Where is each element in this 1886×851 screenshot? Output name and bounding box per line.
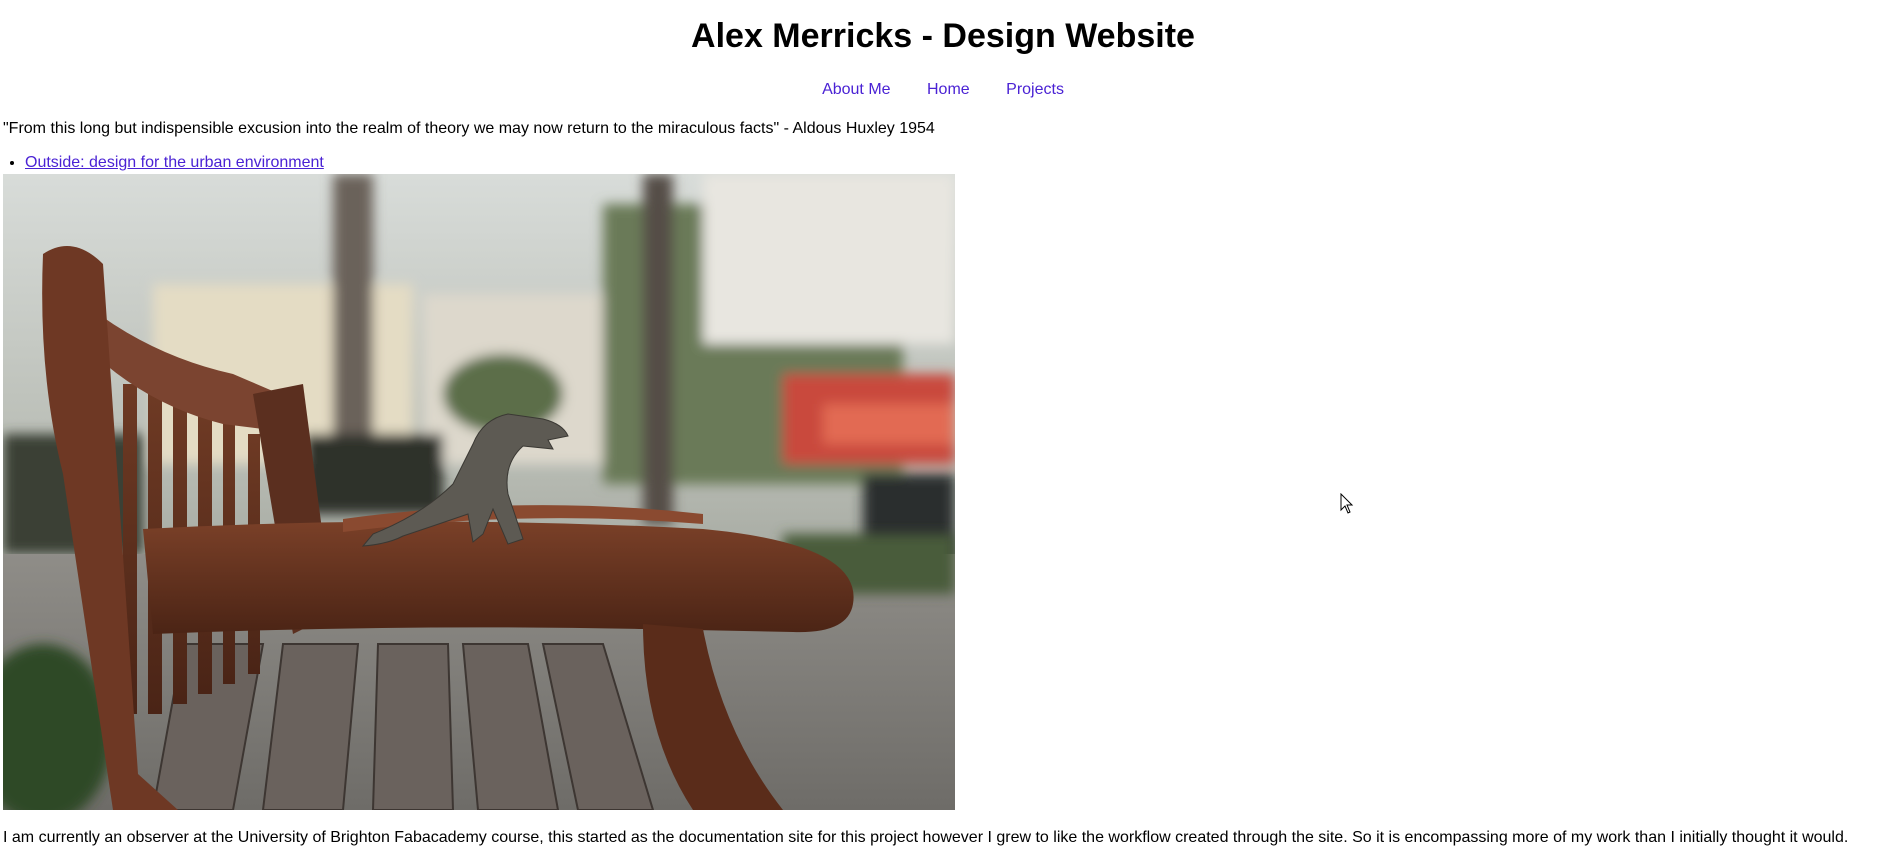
quote-text: "From this long but indispensible excusi…	[3, 120, 935, 137]
site-title: Alex Merricks - Design Website	[691, 17, 1195, 55]
nav-link-projects[interactable]: Projects	[1006, 81, 1064, 98]
mouse-cursor-icon	[1340, 493, 1354, 514]
page: Alex Merricks - Design Website About Me …	[0, 0, 1886, 851]
project-list: Outside: design for the urban environmen…	[0, 153, 324, 173]
main-nav: About Me Home Projects	[0, 80, 1886, 100]
nav-link-home[interactable]: Home	[927, 81, 970, 98]
nav-link-about-me[interactable]: About Me	[822, 81, 890, 98]
bench-dinosaur-photo	[3, 174, 955, 810]
project-link-outside[interactable]: Outside: design for the urban environmen…	[25, 154, 324, 171]
intro-paragraph: I am currently an observer at the Univer…	[3, 829, 1849, 846]
project-list-item: Outside: design for the urban environmen…	[25, 153, 324, 173]
